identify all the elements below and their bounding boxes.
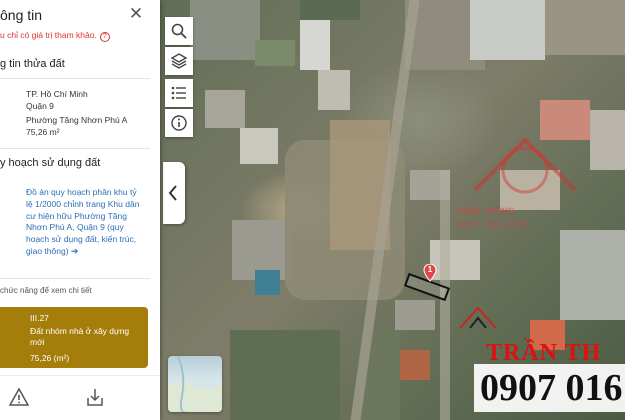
landuse-section-title: y hoạch sử dụng đất — [0, 157, 101, 169]
layers-icon — [170, 53, 188, 69]
watermark-logo — [470, 120, 580, 210]
list-icon — [171, 86, 186, 100]
report-button[interactable] — [8, 386, 30, 408]
reference-note-text: u chỉ có giá trị tham khảo. — [0, 30, 97, 40]
divider — [0, 278, 150, 279]
warning-icon — [8, 387, 30, 406]
watermark-name: TRẦN TH — [486, 340, 602, 366]
panel-title: ông tin — [0, 7, 43, 23]
marker-label: 1 — [427, 265, 433, 274]
divider — [0, 148, 150, 149]
parcel-district: Quận 9 — [26, 101, 54, 111]
arrow-right-icon: ➔ — [70, 245, 79, 256]
watermark-phone: 0907 016 — [474, 364, 625, 412]
zone-area: 75,26 (m²) — [30, 353, 70, 363]
parcel-section-title: g tin thửa đất — [0, 58, 65, 70]
house-watermark-icon — [458, 304, 498, 332]
zone-code: III.27 — [30, 313, 49, 323]
help-icon[interactable]: ? — [99, 32, 110, 42]
parcel-ward: Phường Tăng Nhơn Phú A — [26, 115, 128, 125]
download-button[interactable] — [84, 386, 106, 408]
divider — [0, 78, 150, 79]
chevron-left-icon — [168, 185, 177, 201]
download-icon — [87, 389, 103, 406]
planning-scheme-link[interactable]: Đồ án quy hoạch phân khu tỷ lệ 1/2000 ch… — [26, 187, 144, 258]
close-icon[interactable]: ✕ — [128, 5, 144, 23]
info-panel: ông tin ✕ u chỉ có giá trị tham khảo.? g… — [0, 0, 160, 420]
zone-card[interactable]: III.27 Đất nhóm nhà ở xây dựng mới 75,26… — [0, 307, 148, 368]
minimap[interactable] — [168, 356, 222, 412]
watermark-faint-name: TRẦN THỦNG — [455, 206, 515, 216]
search-button[interactable] — [165, 17, 193, 45]
parcel-area: 75,26 m² — [26, 127, 60, 137]
info-button[interactable] — [165, 109, 193, 137]
planning-scheme-text: Đồ án quy hoạch phân khu tỷ lệ 1/2000 ch… — [26, 187, 140, 256]
info-icon — [171, 115, 187, 131]
search-icon — [171, 23, 187, 39]
list-button[interactable] — [165, 79, 193, 107]
collapse-panel-button[interactable] — [163, 162, 185, 224]
reference-note: u chỉ có giá trị tham khảo.? — [0, 30, 110, 42]
parcel-city: TP. Hồ Chí Minh — [26, 89, 88, 99]
detail-hint: chức năng để xem chi tiết — [0, 286, 92, 295]
zone-type: Đất nhóm nhà ở xây dựng mới — [30, 326, 130, 347]
watermark-faint-phone: 0907 016 378 — [455, 220, 529, 231]
layers-button[interactable] — [165, 47, 193, 75]
panel-actions — [0, 375, 160, 420]
map-marker[interactable]: 1 — [423, 263, 437, 282]
